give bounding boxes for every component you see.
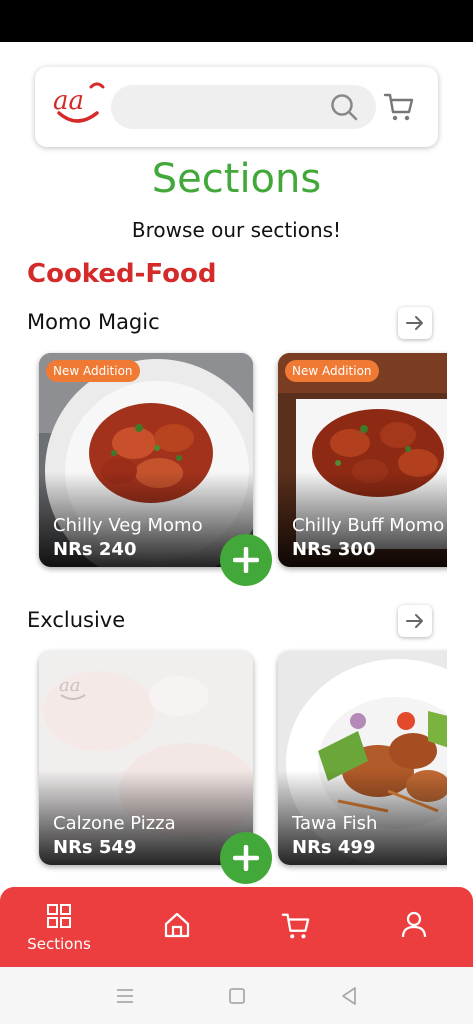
plus-icon [233,547,259,573]
cart-icon [281,913,310,939]
svg-text:aa: aa [53,86,84,116]
arrow-right-icon [406,316,423,330]
back-icon[interactable] [338,985,360,1007]
product-name: Chilly Buff Momo [292,515,445,536]
page-subtitle: Browse our sections! [131,218,342,242]
bottom-nav: Sections [0,887,473,967]
add-to-cart-button[interactable] [220,832,272,884]
product-price: NRs 499 [292,837,376,858]
nav-label-sections: Sections [27,935,91,953]
section-label-momo-magic: Momo Magic [27,310,160,334]
product-price: NRs 549 [53,837,137,858]
search-box[interactable] [111,85,376,129]
svg-text:aa: aa [59,675,80,696]
user-icon [401,911,427,938]
scroll-clip [447,340,473,880]
product-card-chilly-veg-momo[interactable]: New Addition Chilly Veg Momo NRs 240 [39,353,253,567]
product-name: Tawa Fish [292,813,378,834]
product-name: Calzone Pizza [53,813,176,834]
page-title: Sections [151,156,322,202]
product-name: Chilly Veg Momo [53,515,203,536]
see-all-momo-magic-button[interactable] [398,307,432,339]
search-input[interactable] [125,85,325,129]
header-bar: aa [35,67,438,147]
search-icon[interactable] [330,93,358,121]
nav-item-sections[interactable]: Sections [0,887,118,967]
product-price: NRs 240 [53,539,137,560]
home-icon [164,912,190,938]
menu-icon[interactable] [114,985,136,1007]
new-addition-badge: New Addition [46,360,140,382]
nav-item-home[interactable] [137,887,217,967]
product-card-tawa-fish[interactable]: Tawa Fish NRs 499 [278,651,473,865]
product-price: NRs 300 [292,539,376,560]
product-card-calzone-pizza[interactable]: aa Calzone Pizza NRs 549 [39,651,253,865]
add-to-cart-button[interactable] [220,534,272,586]
system-navigation-bar [0,967,473,1024]
plus-icon [233,845,259,871]
see-all-exclusive-button[interactable] [398,605,432,637]
section-label-exclusive: Exclusive [27,608,126,632]
new-addition-badge: New Addition [285,360,379,382]
home-square-icon[interactable] [226,985,248,1007]
status-bar [0,0,473,42]
category-title: Cooked-Food [27,259,217,289]
nav-item-profile[interactable] [373,887,453,967]
brand-logo[interactable]: aa [51,79,111,131]
arrow-right-icon [406,614,423,628]
cart-icon[interactable] [383,91,415,123]
grid-icon [47,904,71,928]
product-card-chilly-buff-momo[interactable]: New Addition Chilly Buff Momo NRs 300 [278,353,473,567]
nav-item-cart[interactable] [255,887,335,967]
